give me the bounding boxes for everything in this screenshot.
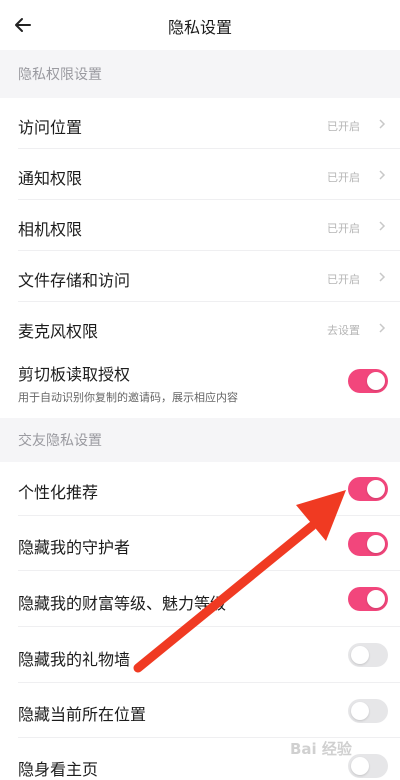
permission-row-notifications[interactable]: 通知权限 已开启 bbox=[0, 149, 400, 200]
hide-wealth-charm-level-toggle[interactable] bbox=[348, 587, 388, 611]
section-header-social-privacy: 交友隐私设置 bbox=[0, 418, 400, 462]
row-label: 相机权限 bbox=[18, 220, 83, 239]
hide-current-location-toggle[interactable] bbox=[348, 699, 388, 723]
row-status: 已开启 bbox=[327, 171, 360, 184]
social-row-hide-gift-wall: 隐藏我的礼物墙 bbox=[0, 627, 400, 683]
watermark: Bai 经验 bbox=[290, 740, 352, 758]
personalized-recommendation-toggle[interactable] bbox=[348, 477, 388, 501]
row-label: 文件存储和访问 bbox=[18, 271, 131, 290]
clipboard-permission-row: 剪切板读取授权 用于自动识别你复制的邀请码，展示相应内容 bbox=[0, 353, 400, 411]
row-label: 隐藏我的守护者 bbox=[18, 538, 131, 557]
top-bar: 隐私设置 bbox=[0, 0, 400, 50]
toggle-knob bbox=[351, 646, 369, 664]
clipboard-toggle[interactable] bbox=[348, 369, 388, 393]
hide-guardians-toggle[interactable] bbox=[348, 532, 388, 556]
social-row-hide-wealth-charm-level: 隐藏我的财富等级、魅力等级 bbox=[0, 571, 400, 627]
row-status: 已开启 bbox=[327, 273, 360, 286]
social-row-hide-current-location: 隐藏当前所在位置 bbox=[0, 683, 400, 738]
permission-row-camera[interactable]: 相机权限 已开启 bbox=[0, 200, 400, 251]
toggle-knob bbox=[351, 757, 369, 775]
chevron-right-icon bbox=[379, 170, 386, 180]
row-status: 已开启 bbox=[327, 222, 360, 235]
toggle-knob bbox=[351, 702, 369, 720]
row-label: 剪切板读取授权 bbox=[18, 365, 131, 384]
row-status: 去设置 bbox=[327, 324, 360, 337]
row-label: 隐藏当前所在位置 bbox=[18, 705, 147, 724]
social-row-personalized-recommendation: 个性化推荐 bbox=[0, 462, 400, 516]
row-label: 个性化推荐 bbox=[18, 483, 99, 502]
row-description: 用于自动识别你复制的邀请码，展示相应内容 bbox=[18, 391, 238, 404]
row-label: 隐藏我的财富等级、魅力等级 bbox=[18, 594, 227, 613]
chevron-right-icon bbox=[379, 272, 386, 282]
invisible-browsing-toggle[interactable] bbox=[348, 754, 388, 778]
permission-row-location[interactable]: 访问位置 已开启 bbox=[0, 98, 400, 149]
social-row-hide-guardians: 隐藏我的守护者 bbox=[0, 516, 400, 571]
row-label: 隐身看主页 bbox=[18, 760, 99, 779]
chevron-right-icon bbox=[379, 323, 386, 333]
row-label: 麦克风权限 bbox=[18, 322, 99, 341]
row-status: 已开启 bbox=[327, 120, 360, 133]
row-label: 通知权限 bbox=[18, 169, 83, 188]
toggle-knob bbox=[367, 535, 385, 553]
toggle-knob bbox=[367, 480, 385, 498]
toggle-knob bbox=[367, 372, 385, 390]
chevron-right-icon bbox=[379, 119, 386, 129]
hide-gift-wall-toggle[interactable] bbox=[348, 643, 388, 667]
permission-row-microphone[interactable]: 麦克风权限 去设置 bbox=[0, 302, 400, 353]
toggle-knob bbox=[367, 590, 385, 608]
chevron-right-icon bbox=[379, 221, 386, 231]
permission-row-storage[interactable]: 文件存储和访问 已开启 bbox=[0, 251, 400, 302]
page-title: 隐私设置 bbox=[167, 18, 232, 37]
section-header-privacy-permissions: 隐私权限设置 bbox=[0, 50, 400, 98]
row-label: 隐藏我的礼物墙 bbox=[18, 650, 131, 669]
row-label: 访问位置 bbox=[18, 118, 83, 137]
